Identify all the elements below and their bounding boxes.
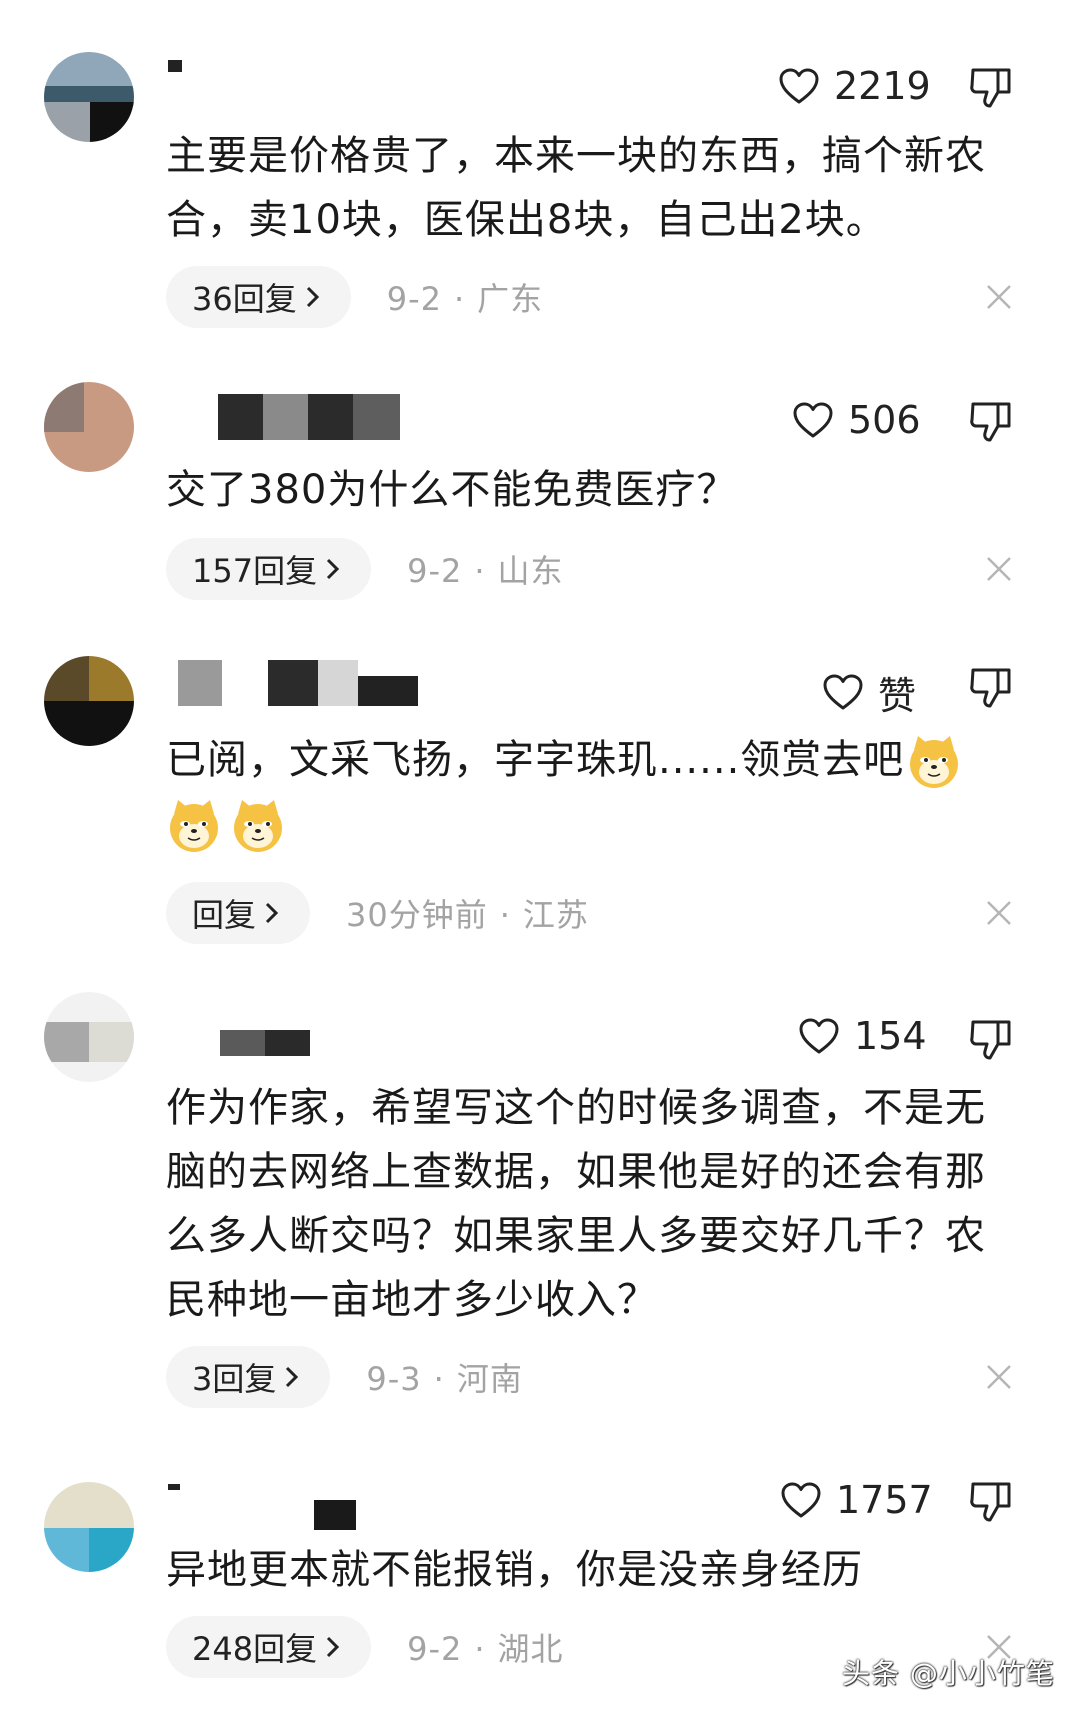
chevron-right-icon xyxy=(306,286,319,308)
avatar[interactable] xyxy=(44,656,134,746)
comment-location: 河南 xyxy=(456,1360,523,1398)
reply-button[interactable]: 157回复 xyxy=(166,538,372,600)
chevron-right-icon xyxy=(327,558,340,580)
heart-icon xyxy=(799,1018,839,1054)
thumbs-down-icon[interactable] xyxy=(968,664,1014,710)
comment-text: 异地更本就不能报销，你是没亲身经历 xyxy=(166,1538,1036,1602)
avatar[interactable] xyxy=(44,382,134,472)
like-button[interactable]: 2219 xyxy=(778,56,931,116)
meta-info: 9-3 · 河南 xyxy=(366,1360,523,1398)
comment-text: 交了380为什么不能免费医疗？ xyxy=(166,458,1036,522)
avatar[interactable] xyxy=(44,992,134,1082)
comment-meta: 248回复 9-2 · 湖北 xyxy=(166,1616,564,1678)
heart-icon xyxy=(793,402,833,438)
text-line: 主要是价格贵了，本来一块的东西，搞个新农 xyxy=(166,133,986,179)
close-icon[interactable] xyxy=(986,900,1012,926)
comment-location: 广东 xyxy=(477,280,544,318)
chevron-right-icon xyxy=(327,1636,340,1658)
text-line: 作为作家，希望写这个的时候多调查，不是无 xyxy=(166,1085,986,1131)
text-line: 脑的去网络上查数据，如果他是好的还会有那 xyxy=(166,1149,986,1195)
doge-emoji-icon xyxy=(234,800,282,852)
comment-date: 9-3 xyxy=(366,1360,422,1398)
comment-date: 30分钟前 xyxy=(346,896,488,934)
comment-meta: 3回复 9-3 · 河南 xyxy=(166,1346,523,1408)
reply-button[interactable]: 248回复 xyxy=(166,1616,372,1678)
reply-label: 回复 xyxy=(192,896,257,934)
comment-date: 9-2 xyxy=(407,552,463,590)
thumbs-down-icon[interactable] xyxy=(968,398,1014,444)
text-line: 合，卖10块，医保出8块，自己出2块。 xyxy=(166,197,887,243)
comment-meta: 36回复 9-2 · 广东 xyxy=(166,266,543,328)
close-icon[interactable] xyxy=(986,1364,1012,1390)
doge-emoji-icon xyxy=(910,736,959,788)
comment-text: 已阅，文采飞扬，字字珠玑......领赏去吧 xyxy=(166,728,1036,856)
text-line: 交了380为什么不能免费医疗？ xyxy=(166,467,738,513)
watermark: 头条 @小小竹笔 xyxy=(842,1657,1055,1690)
meta-info: 9-2 · 广东 xyxy=(386,280,544,318)
comment-text: 主要是价格贵了，本来一块的东西，搞个新农 合，卖10块，医保出8块，自己出2块。 xyxy=(166,124,1036,252)
like-button[interactable]: 154 xyxy=(798,1006,927,1066)
text-line: 已阅，文采飞扬，字字珠玑......领赏去吧 xyxy=(166,728,1036,792)
thumbs-down-icon[interactable] xyxy=(968,1016,1014,1062)
heart-icon xyxy=(781,1482,821,1518)
thumbs-down-icon[interactable] xyxy=(968,64,1014,110)
reply-label: 36回复 xyxy=(192,280,297,318)
heart-icon xyxy=(779,68,819,104)
meta-info: 9-2 · 山东 xyxy=(407,552,564,590)
reply-label: 248回复 xyxy=(192,1630,318,1668)
reply-label: 3回复 xyxy=(192,1360,277,1398)
like-count: 2219 xyxy=(834,64,931,108)
like-button[interactable]: 赞 xyxy=(822,662,916,722)
reply-label: 157回复 xyxy=(192,552,318,590)
reply-button[interactable]: 3回复 xyxy=(166,1346,331,1408)
like-count: 506 xyxy=(848,398,921,442)
chevron-right-icon xyxy=(265,902,279,924)
comment-location: 江苏 xyxy=(522,896,589,934)
chevron-right-icon xyxy=(286,1366,299,1388)
like-count: 赞 xyxy=(878,673,917,718)
meta-info: 30分钟前 · 江苏 xyxy=(346,896,589,934)
thumbs-down-icon[interactable] xyxy=(968,1478,1014,1524)
comment-date: 9-2 xyxy=(407,1630,463,1668)
like-count: 154 xyxy=(854,1014,927,1058)
like-count: 1757 xyxy=(836,1478,933,1522)
text-line: 异地更本就不能报销，你是没亲身经历 xyxy=(166,1547,863,1593)
meta-info: 9-2 · 湖北 xyxy=(407,1630,564,1668)
comment-meta: 157回复 9-2 · 山东 xyxy=(166,538,564,600)
reply-button[interactable]: 回复 xyxy=(166,882,311,944)
avatar[interactable] xyxy=(44,1482,134,1572)
text-line-content: 已阅，文采飞扬，字字珠玑......领赏去吧 xyxy=(166,737,905,783)
text-line: 民种地一亩地才多少收入？ xyxy=(166,1277,658,1323)
comment-location: 山东 xyxy=(497,552,564,590)
avatar[interactable] xyxy=(44,52,134,142)
like-button[interactable]: 1757 xyxy=(780,1470,933,1530)
emoji-line xyxy=(166,792,1036,856)
close-icon[interactable] xyxy=(986,556,1012,582)
close-icon[interactable] xyxy=(986,284,1012,310)
heart-icon xyxy=(823,674,863,710)
comment-meta: 回复 30分钟前 · 江苏 xyxy=(166,882,589,944)
doge-emoji-icon xyxy=(170,800,218,852)
comment-date: 9-2 xyxy=(386,280,442,318)
text-line: 么多人断交吗？如果家里人多要交好几千？农 xyxy=(166,1213,986,1259)
comment-text: 作为作家，希望写这个的时候多调查，不是无 脑的去网络上查数据，如果他是好的还会有… xyxy=(166,1076,1036,1332)
comment-location: 湖北 xyxy=(497,1630,564,1668)
reply-button[interactable]: 36回复 xyxy=(166,266,351,328)
like-button[interactable]: 506 xyxy=(792,390,921,450)
